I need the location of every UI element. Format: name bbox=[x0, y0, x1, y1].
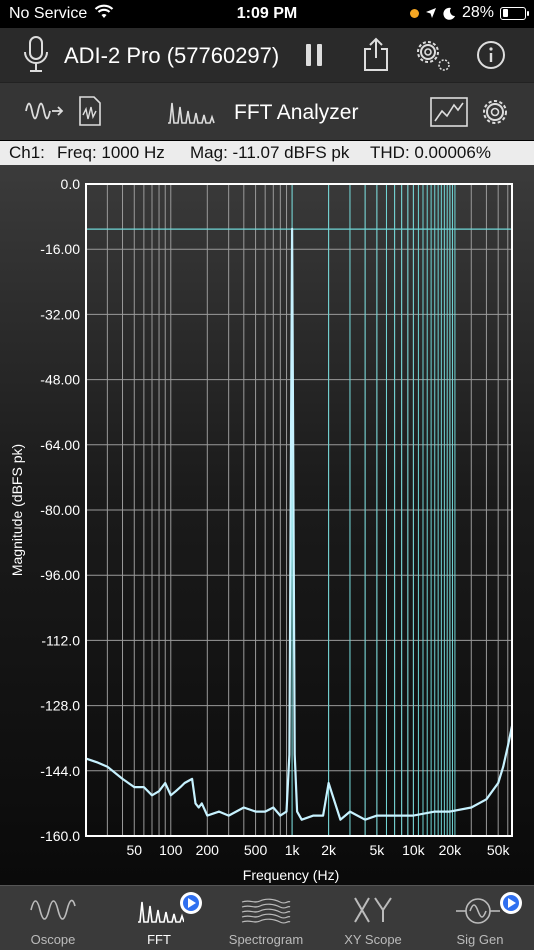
status-right: 28% bbox=[409, 4, 529, 22]
settings-gear-icon[interactable] bbox=[480, 97, 510, 127]
battery-percent: 28% bbox=[461, 4, 494, 21]
x-tick-label: 20k bbox=[439, 842, 463, 858]
wave-file-icon[interactable] bbox=[78, 95, 102, 127]
battery-fill bbox=[502, 9, 509, 17]
fft-play-badge-icon bbox=[180, 892, 202, 914]
y-tick-label: -96.00 bbox=[40, 567, 80, 583]
tab-spectrogram[interactable]: Spectrogram bbox=[212, 886, 320, 950]
y-tick-label: -160.0 bbox=[40, 828, 80, 844]
oscope-wave-icon bbox=[30, 899, 76, 920]
sine-generator-icon bbox=[456, 898, 500, 924]
measurement-info-bar: Ch1: Freq: 1000 Hz Mag: -11.07 dBFS pk T… bbox=[0, 141, 534, 165]
settings-gear-icon[interactable] bbox=[412, 36, 454, 74]
y-tick-label: -112.0 bbox=[41, 632, 80, 648]
tab-sig-gen[interactable]: Sig Gen bbox=[426, 886, 534, 950]
spectrogram-icon bbox=[241, 898, 291, 924]
analyzer-toolbar: FFT Analyzer bbox=[0, 82, 534, 140]
x-axis-label: Frequency (Hz) bbox=[243, 867, 339, 883]
fft-chart[interactable]: 0.0 -16.00 -32.00 -48.00 -64.00 -80.00 -96.00 -… bbox=[0, 165, 534, 885]
tab-xy-scope[interactable]: XY Scope bbox=[320, 886, 426, 950]
thd-readout: THD: 0.00006% bbox=[370, 143, 491, 162]
tab-fft-label: FFT bbox=[147, 932, 171, 947]
location-arrow-icon bbox=[425, 8, 436, 18]
channel-label: Ch1: bbox=[9, 143, 45, 162]
moon-icon bbox=[443, 7, 455, 20]
y-tick-label: -48.00 bbox=[40, 372, 80, 388]
x-tick-label: 2k bbox=[321, 842, 337, 858]
x-tick-label: 1k bbox=[285, 842, 301, 858]
tab-sig-gen-label: Sig Gen bbox=[456, 932, 504, 947]
x-tick-label: 100 bbox=[159, 842, 183, 858]
sig-gen-play-badge-icon bbox=[500, 892, 522, 914]
device-name[interactable]: ADI-2 Pro (57760297) bbox=[64, 43, 279, 69]
signal-input-icon[interactable] bbox=[24, 99, 66, 123]
y-tick-label: -64.00 bbox=[40, 437, 80, 453]
microphone-icon[interactable] bbox=[22, 36, 50, 74]
xy-scope-icon bbox=[354, 897, 392, 923]
fft-plot-area[interactable]: 0.0 -16.00 -32.00 -48.00 -64.00 -80.00 -96.00 -… bbox=[0, 165, 534, 885]
mic-in-use-dot-icon bbox=[409, 8, 419, 18]
y-tick-label: -128.0 bbox=[40, 698, 80, 714]
tab-xy-scope-label: XY Scope bbox=[344, 932, 402, 947]
y-tick-label: -80.00 bbox=[40, 502, 80, 518]
x-tick-label: 200 bbox=[196, 842, 220, 858]
share-icon[interactable] bbox=[362, 36, 390, 72]
tab-oscope[interactable]: Oscope bbox=[0, 886, 106, 950]
y-tick-label: -16.00 bbox=[40, 241, 80, 257]
frequency-readout: Freq: 1000 Hz bbox=[57, 143, 165, 162]
x-tick-label: 500 bbox=[244, 842, 268, 858]
y-tick-label: 0.0 bbox=[61, 176, 81, 192]
y-axis-label: Magnitude (dBFS pk) bbox=[9, 444, 25, 576]
tab-fft[interactable]: FFT bbox=[106, 886, 212, 950]
fft-peaks-icon bbox=[138, 901, 184, 923]
graph-view-icon[interactable] bbox=[430, 97, 468, 127]
analyzer-title: FFT Analyzer bbox=[234, 101, 359, 124]
info-icon[interactable] bbox=[476, 40, 506, 70]
tab-spectrogram-label: Spectrogram bbox=[228, 932, 304, 947]
y-tick-label: -144.0 bbox=[40, 763, 80, 779]
x-tick-label: 10k bbox=[402, 842, 426, 858]
fft-peaks-icon[interactable] bbox=[166, 97, 216, 125]
device-bar: ADI-2 Pro (57760297) bbox=[0, 28, 534, 82]
x-tick-label: 50 bbox=[126, 842, 142, 858]
magnitude-readout: Mag: -11.07 dBFS pk bbox=[190, 143, 350, 162]
pause-icon[interactable] bbox=[304, 42, 324, 68]
status-bar: No Service 1:09 PM 28% bbox=[0, 0, 534, 28]
x-tick-label: 5k bbox=[369, 842, 385, 858]
tab-oscope-label: Oscope bbox=[30, 932, 76, 947]
x-tick-label: 50k bbox=[487, 842, 511, 858]
battery-icon bbox=[500, 6, 529, 20]
spectrum-trace bbox=[85, 227, 514, 821]
y-tick-label: -32.00 bbox=[40, 306, 80, 322]
tab-bar: Oscope FFT Spectrogram XY Scope Sig Gen bbox=[0, 885, 534, 950]
